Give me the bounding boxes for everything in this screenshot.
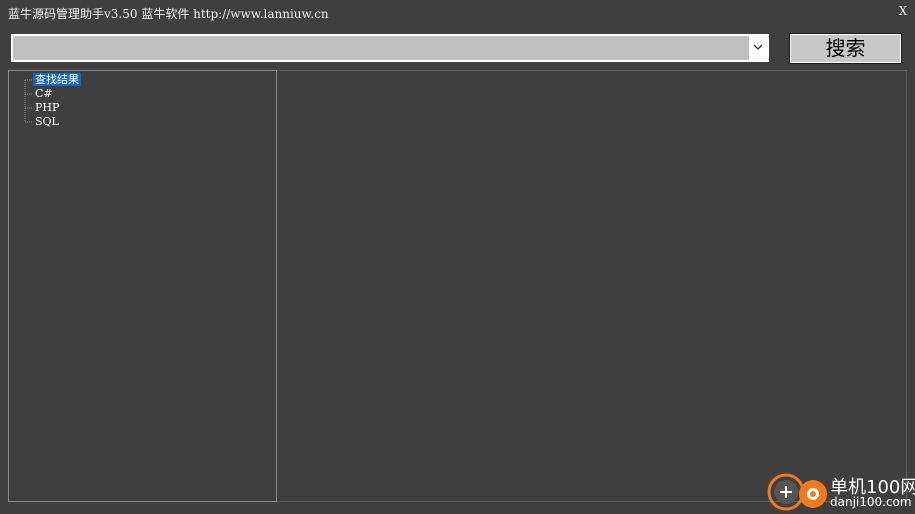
title-bar: 蓝牛源码管理助手v3.50 蓝牛软件 http://www.lanniuw.cn… xyxy=(0,0,915,26)
app-window: 蓝牛源码管理助手v3.50 蓝牛软件 http://www.lanniuw.cn… xyxy=(0,0,915,514)
search-combobox[interactable] xyxy=(11,34,769,62)
dropdown-button[interactable] xyxy=(749,36,767,60)
tree-node-csharp[interactable]: C# xyxy=(33,87,55,100)
tree-node-sql[interactable]: SQL xyxy=(33,115,61,128)
close-button[interactable]: X xyxy=(897,4,909,18)
window-title: 蓝牛源码管理助手v3.50 蓝牛软件 http://www.lanniuw.cn xyxy=(8,7,329,21)
content-panel xyxy=(277,70,907,502)
watermark-url: danji100.com xyxy=(830,495,912,509)
watermark-logo-icon xyxy=(767,473,827,511)
tree-node-php[interactable]: PHP xyxy=(33,101,61,114)
search-input[interactable] xyxy=(13,36,749,60)
watermark: 单机100网 danji100.com xyxy=(766,470,915,514)
chevron-down-icon xyxy=(753,44,763,50)
tree-node-search-results[interactable]: 查找结果 xyxy=(33,73,81,86)
category-tree[interactable]: 查找结果 C# PHP SQL xyxy=(8,70,277,502)
search-button[interactable]: 搜索 xyxy=(789,33,902,64)
